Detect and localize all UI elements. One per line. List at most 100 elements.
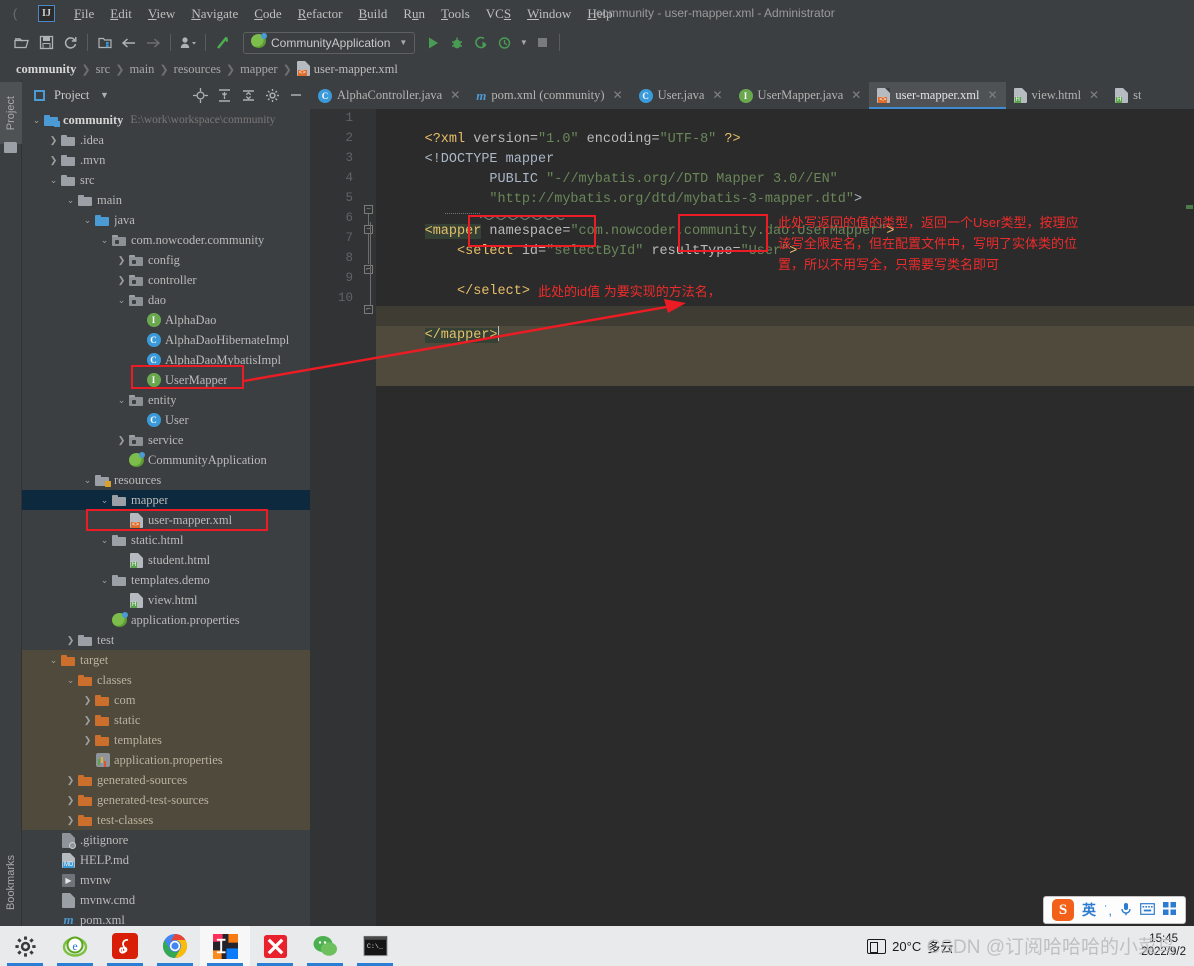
fold-marker-select-end[interactable]: ⌐: [364, 265, 373, 274]
taskbar-terminal-icon[interactable]: C:\_: [350, 926, 400, 966]
menu-tools[interactable]: Tools: [433, 3, 478, 25]
collapse-all-icon[interactable]: [239, 86, 257, 104]
chevron-down-icon[interactable]: ⌄: [30, 115, 43, 126]
locate-icon[interactable]: [191, 86, 209, 104]
tree-item-pom-xml[interactable]: m pom.xml: [22, 910, 310, 926]
tree-item-java[interactable]: ⌄ java: [22, 210, 310, 230]
fold-marker-select[interactable]: −: [364, 225, 373, 234]
fold-marker-mapper-end[interactable]: ⌐: [364, 305, 373, 314]
tree-item-generated-test-sources[interactable]: ❯ generated-test-sources: [22, 790, 310, 810]
run-coverage-icon[interactable]: [469, 31, 493, 55]
menu-build[interactable]: Build: [350, 3, 395, 25]
keyboard-icon[interactable]: [1140, 902, 1155, 918]
project-tree[interactable]: ⌄ community E:\work\workspace\community ❯ .i…: [22, 108, 310, 926]
chevron-right-icon[interactable]: ❯: [115, 435, 128, 446]
chevron-down-icon[interactable]: ⌄: [98, 235, 111, 246]
tool-button-project[interactable]: Project: [0, 82, 22, 144]
tree-item-alphadao[interactable]: I AlphaDao: [22, 310, 310, 330]
tree-item--mvn[interactable]: ❯ .mvn: [22, 150, 310, 170]
chevron-right-icon[interactable]: ❯: [115, 275, 128, 286]
breadcrumb-item-1[interactable]: src: [96, 62, 111, 77]
fold-marker-mapper[interactable]: −: [364, 205, 373, 214]
tree-item-com-nowcoder-community[interactable]: ⌄ com.nowcoder.community: [22, 230, 310, 250]
tree-item-com[interactable]: ❯ com: [22, 690, 310, 710]
tree-item-alphadaomybatisimpl[interactable]: C AlphaDaoMybatisImpl: [22, 350, 310, 370]
menu-view[interactable]: View: [140, 3, 183, 25]
tree-item-resources[interactable]: ⌄ resources: [22, 470, 310, 490]
punctuation-icon[interactable]: ˙,: [1104, 903, 1112, 918]
chevron-right-icon[interactable]: ❯: [64, 635, 77, 646]
chevron-right-icon[interactable]: ❯: [115, 255, 128, 266]
chevron-down-icon[interactable]: ⌄: [115, 395, 128, 406]
tree-item-view-html[interactable]: Hview.html: [22, 590, 310, 610]
taskbar-ie-browser-icon[interactable]: e: [50, 926, 100, 966]
tree-item-user-mapper-xml[interactable]: <> user-mapper.xml: [22, 510, 310, 530]
chevron-down-icon[interactable]: ⌄: [81, 475, 94, 486]
tree-item-mvnw[interactable]: ▶ mvnw: [22, 870, 310, 890]
tree-item-application-properties[interactable]: application.properties: [22, 610, 310, 630]
chevron-right-icon[interactable]: ❯: [81, 735, 94, 746]
tree-item-static-html[interactable]: ⌄ static.html: [22, 530, 310, 550]
update-icon[interactable]: [211, 31, 235, 55]
apps-icon[interactable]: [1163, 902, 1177, 918]
expand-all-icon[interactable]: [215, 86, 233, 104]
tree-item-user[interactable]: C User: [22, 410, 310, 430]
tree-item-alphadaohibernateimpl[interactable]: C AlphaDaoHibernateImpl: [22, 330, 310, 350]
chevron-right-icon[interactable]: ❯: [64, 795, 77, 806]
chevron-down-icon[interactable]: ⌄: [81, 215, 94, 226]
menu-refactor[interactable]: Refactor: [290, 3, 351, 25]
close-icon[interactable]: ✕: [987, 88, 997, 103]
editor-tab-user-mapper-xml[interactable]: <> user-mapper.xml ✕: [869, 82, 1006, 109]
chevron-down-icon[interactable]: ▼: [95, 86, 113, 104]
save-icon[interactable]: [34, 31, 58, 55]
tree-item-service[interactable]: ❯ service: [22, 430, 310, 450]
run-configuration-selector[interactable]: CommunityApplication ▼: [243, 31, 416, 54]
close-icon[interactable]: ✕: [450, 88, 460, 103]
menu-window[interactable]: Window: [519, 3, 579, 25]
taskbar-intellij-idea-icon[interactable]: [200, 926, 250, 966]
voice-input-icon[interactable]: [1120, 902, 1132, 919]
chevron-down-icon[interactable]: ⌄: [115, 295, 128, 306]
editor-tab-user-java[interactable]: C User.java ✕: [631, 82, 731, 109]
editor-tab-bar[interactable]: C AlphaController.java ✕ m pom.xml (communit…: [310, 82, 1194, 109]
debug-icon[interactable]: [445, 31, 469, 55]
tree-item-communityapplication[interactable]: CommunityApplication: [22, 450, 310, 470]
taskbar-netease-music-icon[interactable]: [100, 926, 150, 966]
taskbar-settings-gear-icon[interactable]: [0, 926, 50, 966]
tree-item--gitignore[interactable]: .gitignore: [22, 830, 310, 850]
open-folder-icon[interactable]: [10, 31, 34, 55]
back-icon[interactable]: [117, 31, 141, 55]
tree-item-generated-sources[interactable]: ❯ generated-sources: [22, 770, 310, 790]
gear-icon[interactable]: [263, 86, 281, 104]
taskbar-wechat-icon[interactable]: [300, 926, 350, 966]
tree-item-static[interactable]: ❯ static: [22, 710, 310, 730]
tree-item-templates[interactable]: ❯ templates: [22, 730, 310, 750]
fold-column[interactable]: − − ⌐ ⌐: [362, 109, 376, 926]
tool-button-bookmarks[interactable]: Bookmarks: [0, 842, 22, 924]
profile-icon[interactable]: [176, 31, 200, 55]
hide-panel-icon[interactable]: [287, 86, 305, 104]
tree-item-test-classes[interactable]: ❯ test-classes: [22, 810, 310, 830]
chevron-down-icon[interactable]: ⌄: [47, 175, 60, 186]
editor-tab-alphacontroller-java[interactable]: C AlphaController.java ✕: [310, 82, 468, 109]
editor-tab-view-html[interactable]: Hview.html ✕: [1006, 82, 1108, 109]
editor-tab-pom-xml-community-[interactable]: m pom.xml (community) ✕: [468, 82, 630, 109]
menu-run[interactable]: Run: [395, 3, 433, 25]
tree-item--idea[interactable]: ❯ .idea: [22, 130, 310, 150]
tree-item-test[interactable]: ❯ test: [22, 630, 310, 650]
breadcrumb-item-2[interactable]: main: [129, 62, 154, 77]
breadcrumb-item-0[interactable]: community: [16, 62, 76, 77]
menu-file[interactable]: File: [66, 3, 102, 25]
profiler-dropdown-icon[interactable]: ▼: [517, 31, 530, 55]
tree-item-dao[interactable]: ⌄ dao: [22, 290, 310, 310]
tree-item-student-html[interactable]: Hstudent.html: [22, 550, 310, 570]
tree-item-main[interactable]: ⌄ main: [22, 190, 310, 210]
tree-item-usermapper[interactable]: I UserMapper: [22, 370, 310, 390]
editor-gutter[interactable]: 1 2 3 4 5 6 7 8 9 10: [310, 109, 362, 926]
profiler-icon[interactable]: [493, 31, 517, 55]
chevron-right-icon[interactable]: ❯: [64, 775, 77, 786]
taskbar-xmind-icon[interactable]: [250, 926, 300, 966]
editor-tab-st[interactable]: Hst: [1107, 82, 1149, 109]
chevron-right-icon[interactable]: ❯: [81, 695, 94, 706]
breadcrumb-item-4[interactable]: mapper: [240, 62, 277, 77]
